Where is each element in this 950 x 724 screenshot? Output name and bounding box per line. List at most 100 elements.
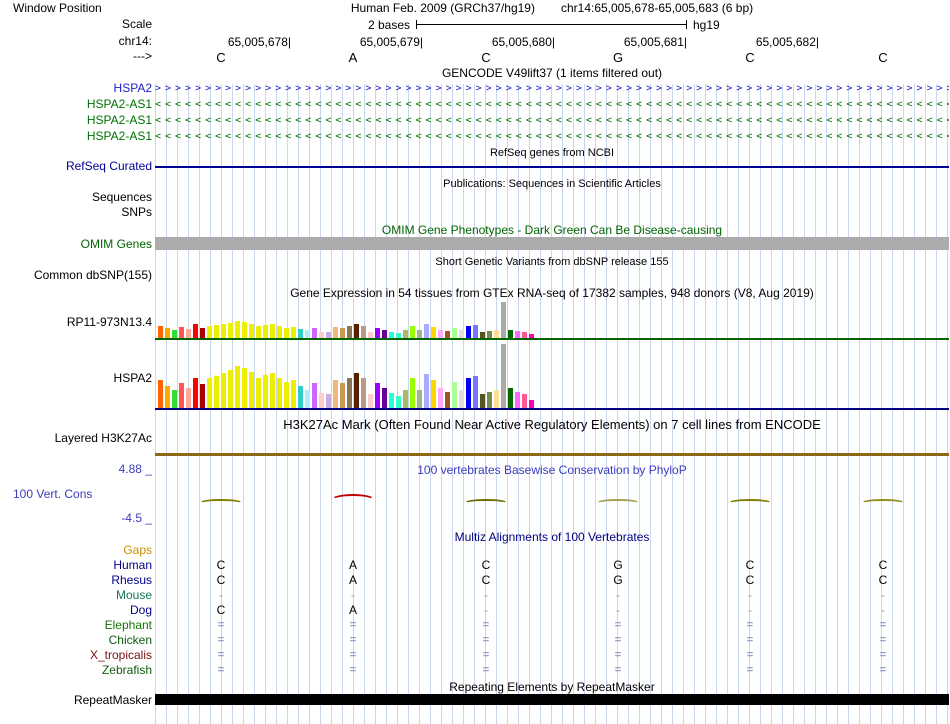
gtex-tissue-bar[interactable] — [515, 392, 520, 408]
gtex-tissue-bar[interactable] — [291, 327, 296, 338]
gtex-tissue-bar[interactable] — [214, 325, 219, 338]
gene-strand-arrows[interactable]: <<<<<<<<<<<<<<<<<<<<<<<<<<<<<<<<<<<<<<<<… — [155, 114, 949, 127]
gtex-tissue-bar[interactable] — [347, 326, 352, 338]
track-label-layered-h3k27ac[interactable]: Layered H3K27Ac — [0, 432, 152, 445]
gtex-tissue-bar[interactable] — [417, 390, 422, 408]
gtex-tissue-bar[interactable] — [403, 390, 408, 408]
align-row-label-mouse[interactable]: Mouse — [0, 589, 152, 602]
gtex-tissue-bar[interactable] — [333, 380, 338, 408]
gtex-tissue-bar[interactable] — [305, 390, 310, 408]
gencode-header[interactable]: GENCODE V49lift37 (1 items filtered out) — [155, 67, 949, 80]
gtex-tissue-bar[interactable] — [277, 326, 282, 338]
gtex-chart-rp11[interactable] — [155, 302, 949, 340]
gtex-tissue-bar[interactable] — [501, 302, 506, 338]
conservation-peak[interactable] — [861, 499, 905, 507]
gtex-tissue-bar[interactable] — [494, 330, 499, 338]
gtex-tissue-bar[interactable] — [319, 393, 324, 408]
track-label-hspa2-as1[interactable]: HSPA2-AS1 — [0, 114, 152, 127]
track-label-omim-genes[interactable]: OMIM Genes — [0, 238, 152, 251]
gtex-tissue-bar[interactable] — [459, 330, 464, 338]
gtex-tissue-bar[interactable] — [326, 394, 331, 408]
track-label-hspa2[interactable]: HSPA2 — [0, 82, 152, 95]
gtex-tissue-bar[interactable] — [508, 330, 513, 338]
gtex-tissue-bar[interactable] — [396, 333, 401, 338]
gtex-tissue-bar[interactable] — [319, 332, 324, 338]
gtex-tissue-bar[interactable] — [193, 324, 198, 338]
gtex-tissue-bar[interactable] — [382, 330, 387, 338]
align-row-label-human[interactable]: Human — [0, 559, 152, 572]
gtex-tissue-bar[interactable] — [438, 330, 443, 338]
align-row-label-elephant[interactable]: Elephant — [0, 619, 152, 632]
track-label-sequences[interactable]: Sequences — [0, 191, 152, 204]
gtex-tissue-bar[interactable] — [424, 374, 429, 408]
h3k27ac-header[interactable]: H3K27Ac Mark (Often Found Near Active Re… — [155, 418, 949, 431]
repeatmasker-header[interactable]: Repeating Elements by RepeatMasker — [155, 681, 949, 694]
align-row-label-dog[interactable]: Dog — [0, 604, 152, 617]
gtex-tissue-bar[interactable] — [193, 378, 198, 408]
conservation-peak[interactable] — [464, 499, 508, 507]
refseq-header[interactable]: RefSeq genes from NCBI — [155, 147, 949, 160]
conservation-peak[interactable] — [728, 499, 772, 507]
gtex-tissue-bar[interactable] — [326, 332, 331, 338]
gtex-tissue-bar[interactable] — [494, 390, 499, 408]
refseq-gene-line[interactable] — [155, 166, 949, 168]
gtex-tissue-bar[interactable] — [354, 373, 359, 408]
gtex-tissue-bar[interactable] — [165, 386, 170, 408]
gtex-tissue-bar[interactable] — [200, 328, 205, 338]
gtex-tissue-bar[interactable] — [452, 382, 457, 408]
gtex-tissue-bar[interactable] — [333, 327, 338, 338]
gtex-tissue-bar[interactable] — [389, 393, 394, 408]
genome-browser-image[interactable]: Window Position Human Feb. 2009 (GRCh37/… — [0, 0, 950, 724]
gtex-tissue-bar[interactable] — [361, 378, 366, 408]
gtex-tissue-bar[interactable] — [312, 328, 317, 338]
conservation-peak[interactable] — [331, 494, 375, 506]
dbsnp-header[interactable]: Short Genetic Variants from dbSNP releas… — [155, 256, 949, 269]
gtex-tissue-bar[interactable] — [263, 375, 268, 408]
gtex-tissue-bar[interactable] — [480, 332, 485, 338]
gtex-tissue-bar[interactable] — [284, 382, 289, 408]
gtex-tissue-bar[interactable] — [508, 388, 513, 408]
gtex-tissue-bar[interactable] — [459, 390, 464, 408]
gtex-tissue-bar[interactable] — [235, 366, 240, 408]
gtex-tissue-bar[interactable] — [410, 326, 415, 338]
gtex-tissue-bar[interactable] — [473, 325, 478, 338]
gtex-tissue-bar[interactable] — [529, 400, 534, 408]
gtex-tissue-bar[interactable] — [242, 322, 247, 338]
gtex-tissue-bar[interactable] — [480, 394, 485, 408]
gtex-tissue-bar[interactable] — [375, 383, 380, 408]
gtex-tissue-bar[interactable] — [214, 376, 219, 408]
gtex-tissue-bar[interactable] — [445, 392, 450, 408]
gtex-tissue-bar[interactable] — [179, 327, 184, 338]
gtex-tissue-bar[interactable] — [186, 329, 191, 338]
gtex-tissue-bar[interactable] — [249, 324, 254, 338]
gtex-tissue-bar[interactable] — [312, 383, 317, 408]
gtex-tissue-bar[interactable] — [221, 324, 226, 338]
gtex-tissue-bar[interactable] — [340, 328, 345, 338]
gtex-tissue-bar[interactable] — [354, 324, 359, 338]
gtex-tissue-bar[interactable] — [270, 373, 275, 408]
gtex-tissue-bar[interactable] — [368, 394, 373, 408]
omim-genes-bar[interactable] — [155, 237, 949, 250]
gtex-tissue-bar[interactable] — [305, 330, 310, 338]
gtex-tissue-bar[interactable] — [200, 384, 205, 408]
align-row-label-zebrafish[interactable]: Zebrafish — [0, 664, 152, 677]
publications-header[interactable]: Publications: Sequences in Scientific Ar… — [155, 178, 949, 191]
gtex-tissue-bar[interactable] — [382, 388, 387, 408]
gtex-tissue-bar[interactable] — [410, 378, 415, 408]
gtex-tissue-bar[interactable] — [438, 388, 443, 408]
gtex-tissue-bar[interactable] — [522, 394, 527, 408]
gtex-tissue-bar[interactable] — [424, 324, 429, 338]
track-label-hspa2-as1[interactable]: HSPA2-AS1 — [0, 130, 152, 143]
track-label-refseq-curated[interactable]: RefSeq Curated — [0, 160, 152, 173]
gtex-tissue-bar[interactable] — [158, 326, 163, 338]
gtex-tissue-bar[interactable] — [340, 383, 345, 408]
gtex-tissue-bar[interactable] — [417, 330, 422, 338]
gtex-chart-hspa2[interactable] — [155, 344, 949, 410]
gtex-tissue-bar[interactable] — [529, 334, 534, 338]
gtex-tissue-bar[interactable] — [242, 368, 247, 408]
gtex-tissue-bar[interactable] — [431, 380, 436, 408]
align-row-label-chicken[interactable]: Chicken — [0, 634, 152, 647]
track-label-snps[interactable]: SNPs — [0, 206, 152, 219]
gtex-tissue-bar[interactable] — [466, 378, 471, 408]
conservation-peak[interactable] — [199, 499, 243, 507]
